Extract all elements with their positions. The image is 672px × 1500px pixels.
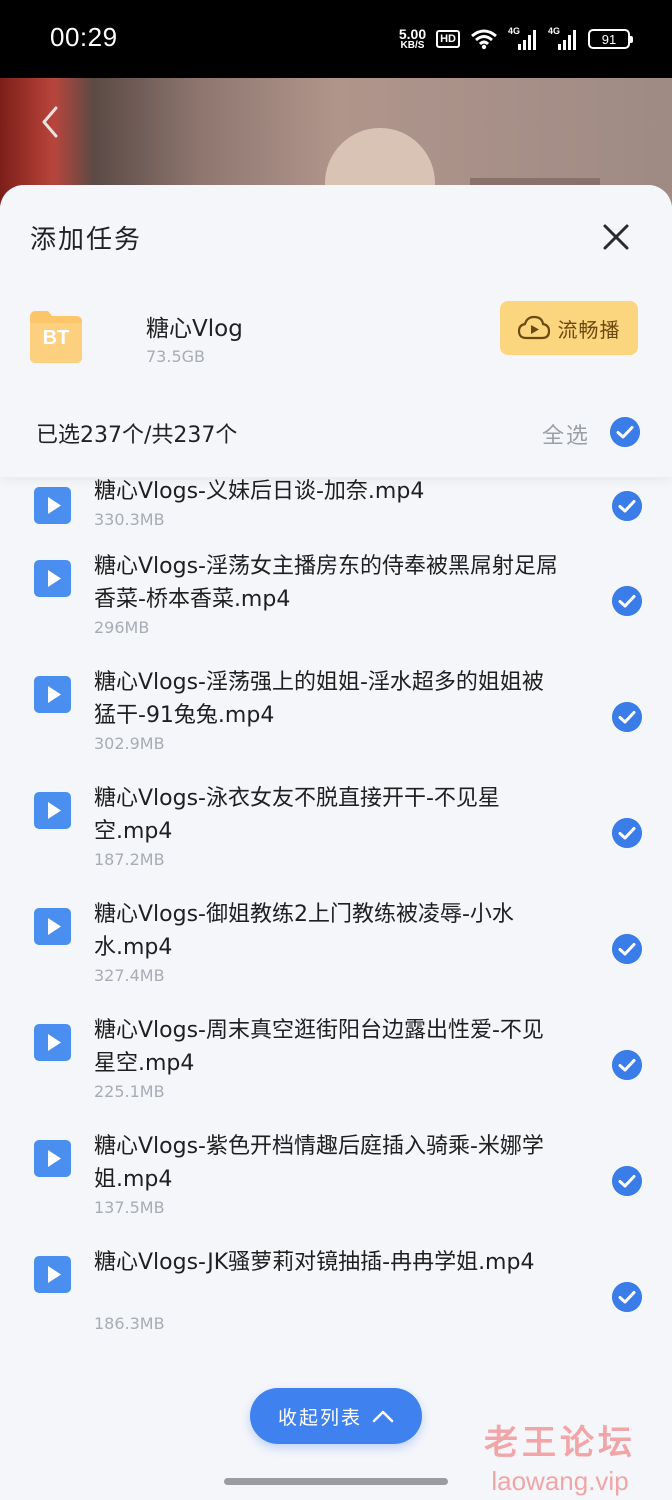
watermark-cn: 老王论坛 [484, 1423, 636, 1463]
checkbox-checked-icon[interactable] [612, 702, 642, 732]
file-name: 糖心Vlogs-周末真空逛街阳台边露出性爱-不见星空.mp4 [94, 1018, 544, 1076]
close-icon[interactable] [600, 221, 632, 253]
bt-folder-label: BT [42, 327, 70, 349]
select-all-checkbox-icon[interactable] [610, 417, 640, 447]
signal-1-label: 4G [508, 26, 521, 36]
file-name: 糖心Vlogs-义妹后日谈-加奈.mp4 [94, 479, 425, 504]
back-arrow-icon[interactable] [36, 102, 64, 142]
watermark: 老王论坛 laowang.vip [484, 1415, 636, 1497]
file-size: 327.4MB [94, 966, 165, 985]
file-size: 186.3MB [94, 1314, 165, 1333]
signal-2-label: 4G [548, 26, 561, 36]
torrent-size: 73.5GB [146, 347, 205, 366]
collapse-list-button[interactable]: 收起列表 [250, 1388, 422, 1444]
checkbox-checked-icon[interactable] [612, 1166, 642, 1196]
smooth-play-button[interactable]: 流畅播 [500, 301, 638, 355]
file-size: 330.3MB [94, 510, 165, 529]
checkbox-checked-icon[interactable] [612, 934, 642, 964]
network-speed-unit: KB/S [400, 40, 425, 51]
video-file-icon [34, 908, 71, 945]
file-size: 302.9MB [94, 734, 165, 753]
video-file-icon [34, 560, 71, 597]
file-size: 137.5MB [94, 1198, 165, 1217]
video-file-icon [34, 1256, 71, 1293]
status-time: 00:29 [50, 22, 118, 52]
network-speed-value: 5.00 [398, 26, 427, 42]
sheet-title: 添加任务 [30, 225, 143, 255]
file-size: 296MB [94, 618, 150, 637]
battery-icon: 91 [588, 29, 633, 49]
file-name: 糖心Vlogs-JK骚萝莉对镜抽插-冉冉学姐.mp4 [94, 1250, 535, 1275]
checkbox-checked-icon[interactable] [612, 1282, 642, 1312]
checkbox-checked-icon[interactable] [612, 491, 642, 521]
hd-badge-icon: HD [436, 30, 460, 48]
torrent-name: 糖心Vlog [146, 316, 243, 342]
file-name: 糖心Vlogs-御姐教练2上门教练被凌辱-小水水.mp4 [94, 902, 514, 960]
file-name: 糖心Vlogs-淫荡女主播房东的侍奉被黑屌射足屌香菜-桥本香菜.mp4 [94, 554, 558, 612]
video-file-icon [34, 1140, 71, 1177]
video-file-icon [34, 676, 71, 713]
cloud-play-icon [517, 315, 550, 340]
signal-2-icon: 4G [548, 26, 578, 50]
add-task-sheet: 糖心Vlogs-义妹后日谈-加奈.mp4 330.3MB 糖心Vlogs-淫荡女… [0, 185, 672, 1500]
file-size: 225.1MB [94, 1082, 165, 1101]
signal-1-icon: 4G [508, 26, 538, 50]
status-bar: 00:29 5.00 KB/S HD 4G 4G 91 [0, 0, 672, 78]
smooth-play-label: 流畅播 [557, 317, 621, 342]
checkbox-checked-icon[interactable] [612, 586, 642, 616]
bt-folder-icon: BT [30, 309, 82, 363]
select-all-label[interactable]: 全选 [542, 418, 590, 450]
status-icons: 5.00 KB/S HD 4G 4G 91 [399, 24, 633, 54]
selected-count: 已选237个/共237个 [36, 423, 238, 448]
checkbox-checked-icon[interactable] [612, 1050, 642, 1080]
video-file-icon [34, 487, 71, 524]
home-indicator[interactable] [224, 1478, 448, 1485]
checkbox-checked-icon[interactable] [612, 818, 642, 848]
collapse-list-label: 收起列表 [277, 1406, 362, 1429]
file-name: 糖心Vlogs-泳衣女友不脱直接开干-不见星空.mp4 [94, 786, 500, 844]
file-name: 糖心Vlogs-紫色开档情趣后庭插入骑乘-米娜学姐.mp4 [94, 1134, 544, 1192]
video-file-icon [34, 792, 71, 829]
file-name: 糖心Vlogs-淫荡强上的姐姐-淫水超多的姐姐被猛干-91兔兔.mp4 [94, 670, 544, 728]
wifi-icon [471, 29, 497, 50]
chevron-up-icon [372, 1410, 394, 1423]
network-speed: 5.00 KB/S [399, 27, 426, 51]
sheet-header: 添加任务 BT 糖心Vlog 73.5GB 流畅播 已选237个/共237个 全… [0, 185, 672, 477]
video-file-icon [34, 1024, 71, 1061]
watermark-en: laowang.vip [491, 1466, 629, 1496]
file-size: 187.2MB [94, 850, 165, 869]
